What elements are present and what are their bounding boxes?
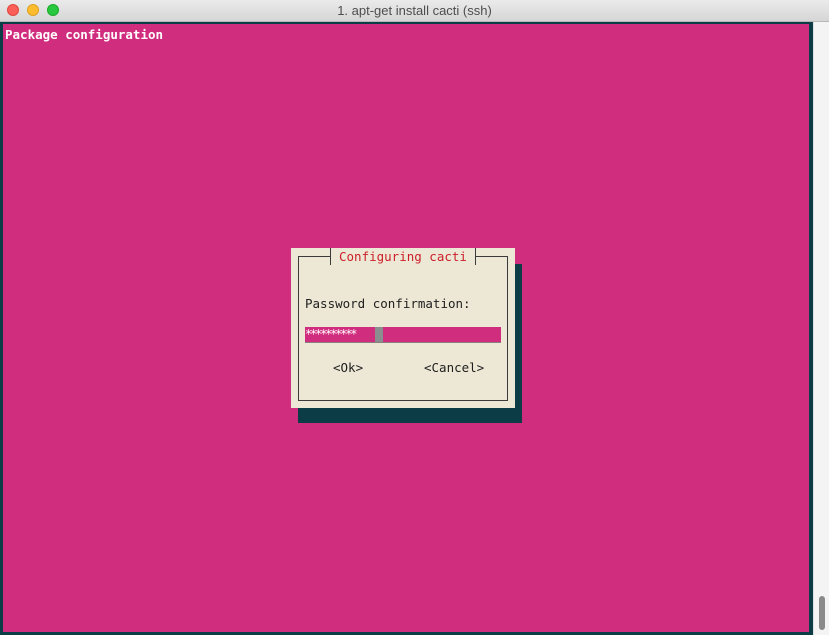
backtitle: Package configuration [5, 27, 164, 42]
text-cursor [375, 327, 383, 342]
configuration-dialog: Configuring cacti Password confirmation:… [291, 248, 515, 408]
window-title: 1. apt-get install cacti (ssh) [337, 3, 492, 18]
cancel-button[interactable]: <Cancel> [424, 360, 484, 375]
scrollbar-thumb[interactable] [819, 596, 825, 630]
terminal-scrollbar[interactable] [813, 22, 829, 635]
window-titlebar: 1. apt-get install cacti (ssh) [0, 0, 829, 22]
ok-button[interactable]: <Ok> [333, 360, 363, 375]
dialog-title: Configuring cacti [330, 248, 476, 265]
password-confirmation-input[interactable]: ********** [305, 327, 501, 343]
password-mask: ********** [305, 327, 357, 341]
password-confirmation-label: Password confirmation: [305, 296, 471, 311]
